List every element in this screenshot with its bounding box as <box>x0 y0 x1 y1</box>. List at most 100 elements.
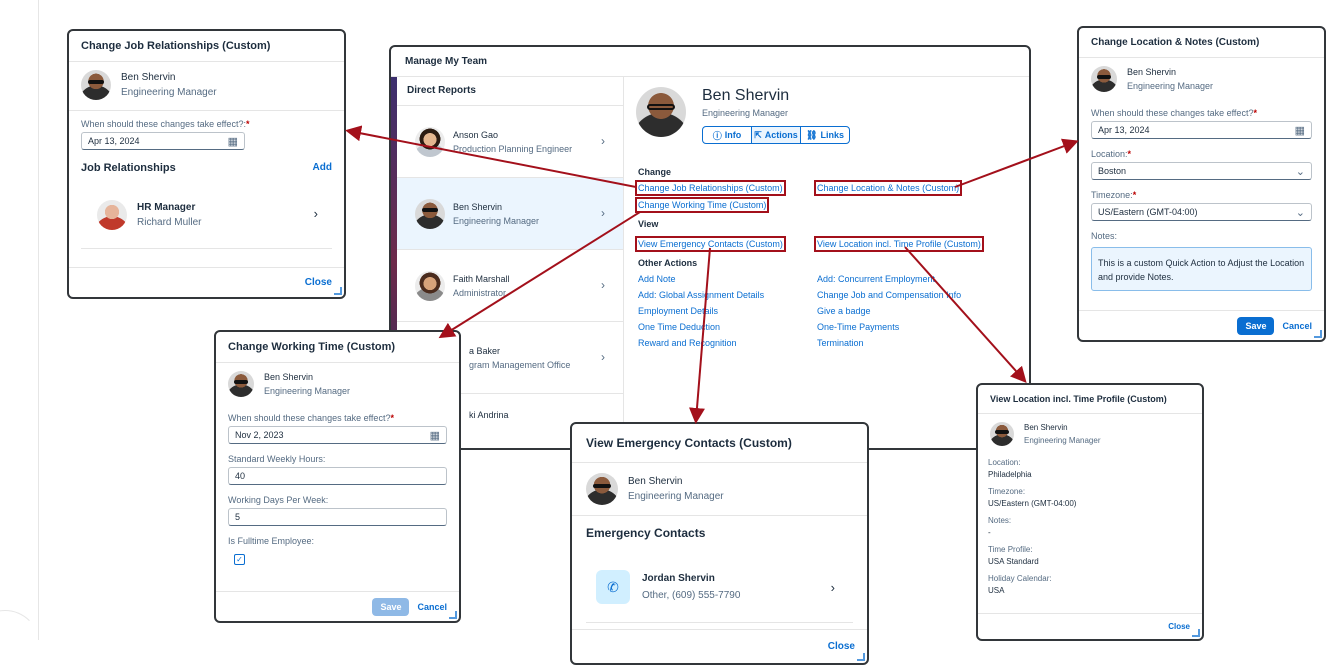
info-icon: ⓘ <box>712 130 722 141</box>
weekly-hours-input[interactable]: 40 <box>228 467 447 485</box>
chevron-right-icon: › <box>830 580 835 595</box>
dialog-title: View Emergency Contacts (Custom) <box>572 424 867 463</box>
report-role: gram Management Office <box>469 359 571 370</box>
close-button[interactable]: Close <box>828 641 855 652</box>
add-global-assignment-link[interactable]: Add: Global Assignment Details <box>638 290 764 300</box>
view-heading: View <box>638 219 659 229</box>
resize-handle-icon[interactable] <box>857 653 865 661</box>
effective-date-label: When should these changes take effect?* <box>228 413 394 423</box>
fulltime-checkbox[interactable]: ✓ <box>234 554 245 565</box>
chevron-down-icon: ⌄ <box>1295 165 1305 178</box>
time-profile-label: Time Profile: <box>988 545 1033 554</box>
label-text: When should these changes take effect? <box>228 413 391 423</box>
one-time-deduction-link[interactable]: One Time Deduction <box>638 322 720 332</box>
avatar <box>415 198 445 229</box>
employee-name: Ben Shervin <box>702 87 790 104</box>
select-value: US/Eastern (GMT-04:00) <box>1098 207 1198 217</box>
notes-label: Notes: <box>1091 231 1118 241</box>
list-item-ben-shervin[interactable]: Ben Shervin Engineering Manager › <box>397 177 623 249</box>
person-name: Ben Shervin <box>264 372 314 382</box>
timezone-value: US/Eastern (GMT-04:00) <box>988 499 1077 508</box>
list-item-anson-gao[interactable]: Anson Gao Production Planning Engineer › <box>397 105 623 177</box>
calendar-icon: ▦ <box>1294 124 1305 137</box>
tab-actions[interactable]: ⇱ Actions <box>752 127 801 143</box>
phone-icon: ✆ <box>596 570 630 604</box>
label-text: Timezone: <box>1091 190 1133 200</box>
change-working-time-link[interactable]: Change Working Time (Custom) <box>634 197 770 213</box>
person-header: Ben Shervin Engineering Manager <box>572 463 867 516</box>
cancel-button[interactable]: Cancel <box>417 602 447 612</box>
dialog-title: Change Location & Notes (Custom) <box>1079 28 1324 58</box>
person-header: Ben Shervin Engineering Manager <box>69 62 344 111</box>
dialog-title: Change Working Time (Custom) <box>216 332 459 363</box>
person-role: Engineering Manager <box>1024 436 1101 445</box>
change-location-notes-link[interactable]: Change Location & Notes (Custom) <box>813 180 963 196</box>
location-select[interactable]: Boston ⌄ <box>1091 162 1312 180</box>
holiday-calendar-value: USA <box>988 586 1005 595</box>
person-header: Ben Shervin Engineering Manager <box>216 363 459 405</box>
timezone-label: Timezone:* <box>1091 190 1137 200</box>
other-actions-heading: Other Actions <box>638 258 698 268</box>
add-button[interactable]: Add <box>313 162 332 174</box>
relationship-item[interactable]: HR Manager Richard Muller › <box>81 188 332 249</box>
resize-handle-icon[interactable] <box>1192 629 1200 637</box>
location-label: Location:* <box>1091 149 1132 159</box>
working-days-input[interactable]: 5 <box>228 508 447 526</box>
resize-handle-icon[interactable] <box>1314 330 1322 338</box>
tab-links[interactable]: ⛓ Links <box>801 127 849 143</box>
timezone-select[interactable]: US/Eastern (GMT-04:00) ⌄ <box>1091 203 1312 221</box>
give-badge-link[interactable]: Give a badge <box>817 306 871 316</box>
view-location-time-profile-dialog: View Location incl. Time Profile (Custom… <box>976 383 1204 641</box>
employee-detail: Ben Shervin Engineering Manager ⓘ Info ⇱ A… <box>624 77 1029 448</box>
cancel-button[interactable]: Cancel <box>1282 321 1312 331</box>
reward-recognition-link[interactable]: Reward and Recognition <box>638 338 737 348</box>
label-text: When should these changes take effect? <box>1091 108 1254 118</box>
direct-reports-heading: Direct Reports <box>407 85 476 96</box>
effective-date-input[interactable]: Apr 13, 2024 ▦ <box>1091 121 1312 139</box>
employee-avatar <box>636 87 686 137</box>
input-value: Nov 2, 2023 <box>235 430 284 440</box>
view-emergency-contacts-dialog: View Emergency Contacts (Custom) Ben She… <box>570 422 869 665</box>
chevron-right-icon: › <box>601 206 605 220</box>
select-value: Boston <box>1098 166 1127 176</box>
save-button[interactable]: Save <box>1237 316 1275 335</box>
effective-date-input[interactable]: Nov 2, 2023 ▦ <box>228 426 447 444</box>
person-role: Engineering Manager <box>121 87 217 98</box>
add-concurrent-employment-link[interactable]: Add: Concurrent Employment <box>817 274 935 284</box>
dialog-footer: Close <box>572 629 867 663</box>
manage-my-team-panel: Manage My Team Direct Reports Anson Gao … <box>389 45 1031 450</box>
termination-link[interactable]: Termination <box>817 338 864 348</box>
tab-info[interactable]: ⓘ Info <box>703 127 752 143</box>
person-header: Ben Shervin Engineering Manager <box>1079 58 1324 100</box>
employment-details-link[interactable]: Employment Details <box>638 306 718 316</box>
change-job-compensation-link[interactable]: Change Job and Compensation Info <box>817 290 961 300</box>
page-guide-arc <box>0 610 40 669</box>
view-emergency-contacts-link[interactable]: View Emergency Contacts (Custom) <box>635 236 786 252</box>
effective-date-input[interactable]: Apr 13, 2024 ▦ <box>81 132 245 150</box>
resize-handle-icon[interactable] <box>334 287 342 295</box>
dialog-title: Change Job Relationships (Custom) <box>69 31 344 62</box>
save-button[interactable]: Save <box>372 597 410 616</box>
section-title: Emergency Contacts <box>586 526 706 540</box>
view-location-time-profile-link[interactable]: View Location incl. Time Profile (Custom… <box>814 236 984 252</box>
dialog-footer: Save Cancel <box>1079 310 1324 340</box>
report-name: Faith Marshall <box>453 273 510 284</box>
close-button[interactable]: Close <box>1168 622 1190 631</box>
notes-textarea[interactable]: This is a custom Quick Action to Adjust … <box>1091 247 1312 291</box>
resize-handle-icon[interactable] <box>449 611 457 619</box>
job-relationships-header: Job Relationships Add <box>69 150 344 174</box>
input-value: Apr 13, 2024 <box>88 136 140 146</box>
change-job-relationships-dialog: Change Job Relationships (Custom) Ben Sh… <box>67 29 346 299</box>
add-note-link[interactable]: Add Note <box>638 274 676 284</box>
change-working-time-dialog: Change Working Time (Custom) Ben Shervin… <box>214 330 461 623</box>
change-location-notes-dialog: Change Location & Notes (Custom) Ben She… <box>1077 26 1326 342</box>
list-item-faith-marshall[interactable]: Faith Marshall Administrator › <box>397 249 623 321</box>
close-button[interactable]: Close <box>305 277 332 288</box>
calendar-icon: ▦ <box>227 135 238 148</box>
label-text: When should these changes take effect?: <box>81 119 246 129</box>
avatar <box>415 270 445 301</box>
change-job-relationships-link[interactable]: Change Job Relationships (Custom) <box>635 180 786 196</box>
one-time-payments-link[interactable]: One-Time Payments <box>817 322 899 332</box>
emergency-contact-item[interactable]: ✆ Jordan Shervin Other, (609) 555-7790 › <box>586 556 853 623</box>
input-value: Apr 13, 2024 <box>1098 125 1150 135</box>
